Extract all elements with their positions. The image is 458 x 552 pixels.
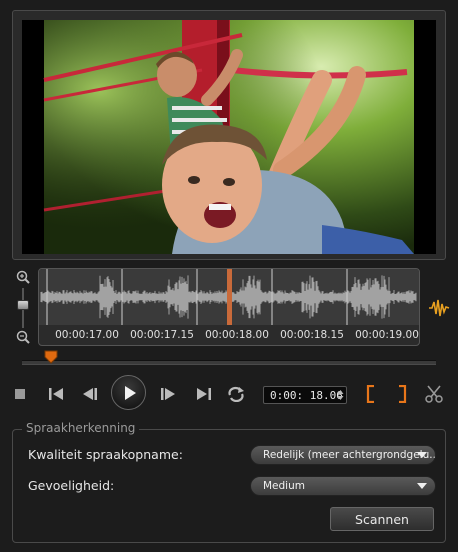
zoom-in-icon[interactable] [16,270,30,284]
split-button[interactable] [420,380,448,408]
go-to-end-button[interactable] [190,380,218,408]
mark-in-button[interactable] [357,380,385,408]
sensitivity-label: Gevoeligheid: [28,478,115,493]
quality-label: Kwaliteit spraakopname: [28,447,183,462]
timeline-slider[interactable] [22,360,436,365]
audio-waveform-icon[interactable] [428,298,450,318]
timecode-value: 0:00: 18.06 [270,388,343,402]
mark-in-icon [366,385,374,403]
timestamp-label: 00:00:18.15 [280,329,344,341]
previous-frame-button[interactable] [76,380,104,408]
go-to-start-icon [49,388,63,400]
zoom-out-icon[interactable] [16,330,30,344]
repeat-icon [228,386,244,402]
previous-frame-icon [83,388,97,400]
stop-icon [15,389,25,399]
mark-out-button[interactable] [388,380,416,408]
timecode-spinner-icon[interactable] [337,389,344,401]
quality-dropdown-value: Redelijk (meer achtergrondgelu... [263,449,436,461]
go-to-end-icon [197,388,211,400]
stop-button[interactable] [6,380,34,408]
sensitivity-dropdown[interactable]: Medium [250,476,436,496]
audio-waveform[interactable]: 00:00:17.00 00:00:17.15 00:00:18.00 00:0… [38,268,420,346]
timestamp-label: 00:00:17.15 [130,329,194,341]
scan-button[interactable]: Scannen [330,507,434,531]
video-preview [22,20,436,254]
play-icon [124,385,136,400]
sensitivity-dropdown-value: Medium [263,480,305,492]
next-frame-icon [161,388,175,400]
mark-out-icon [399,385,407,403]
timestamp-label: 00:00:19.00 [355,329,419,341]
chevron-down-icon [417,483,427,489]
timestamp-label: 00:00:17.00 [55,329,119,341]
timecode-field[interactable]: 0:00: 18.06 [263,386,347,404]
play-button[interactable] [111,375,146,410]
timestamp-label: 00:00:18.00 [205,329,269,341]
timeline-thumb[interactable] [44,350,58,364]
next-frame-button[interactable] [154,380,182,408]
group-title: Spraakherkenning [22,421,140,435]
split-icon [425,385,443,403]
waveform-area[interactable] [39,269,419,325]
zoom-slider-thumb[interactable] [17,300,29,310]
repeat-button[interactable] [222,380,250,408]
chevron-down-icon [417,452,427,458]
go-to-start-button[interactable] [42,380,70,408]
playhead-marker[interactable] [227,269,232,325]
quality-dropdown[interactable]: Redelijk (meer achtergrondgelu... [250,445,436,465]
